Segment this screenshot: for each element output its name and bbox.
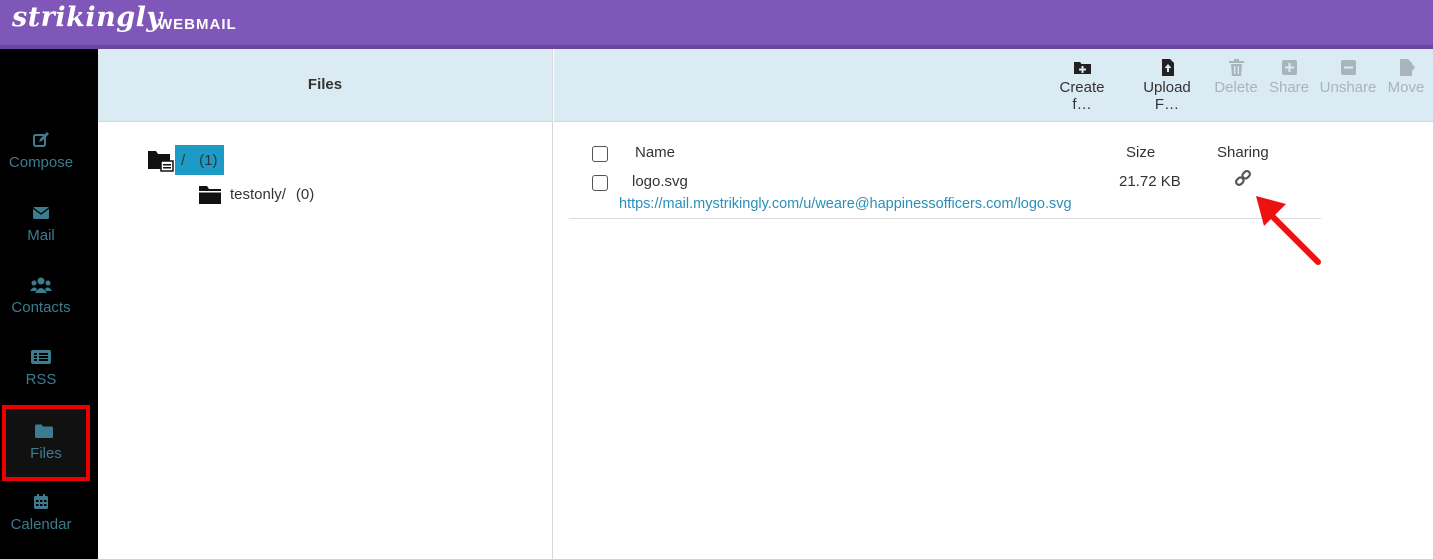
column-header-sharing[interactable]: Sharing bbox=[1217, 144, 1269, 161]
sidebar-item-mail[interactable]: Mail bbox=[0, 205, 82, 265]
folder-panel: Files / (1) testonly/ (0) bbox=[98, 49, 553, 559]
file-panel: Create f… Upload F… Delete Share Unshare… bbox=[554, 49, 1433, 559]
sidebar-item-rss[interactable]: RSS bbox=[0, 349, 82, 409]
rss-icon bbox=[31, 350, 51, 364]
sidebar-item-contacts[interactable]: Contacts bbox=[0, 277, 82, 337]
sidebar-item-label: RSS bbox=[25, 371, 57, 388]
sidebar-item-label: Files bbox=[30, 445, 62, 462]
annotation-arrow bbox=[1256, 196, 1321, 265]
upload-file-button[interactable]: Upload F… bbox=[1132, 59, 1202, 113]
file-upload-icon bbox=[1161, 59, 1174, 76]
share-button[interactable]: Share bbox=[1268, 59, 1310, 96]
create-folder-button[interactable]: Create f… bbox=[1050, 59, 1114, 113]
folder-panel-header: Files bbox=[98, 49, 552, 122]
sidebar-item-calendar[interactable]: Calendar bbox=[0, 494, 82, 554]
file-move-icon bbox=[1399, 59, 1415, 76]
row-checkbox[interactable] bbox=[592, 175, 608, 191]
compose-icon bbox=[33, 132, 49, 147]
top-bar: strikingly WEBMAIL bbox=[0, 0, 1433, 49]
mail-icon bbox=[33, 207, 49, 219]
sidebar-item-label: Compose bbox=[8, 154, 74, 171]
row-divider bbox=[569, 218, 1321, 219]
product-title: WEBMAIL bbox=[158, 16, 237, 33]
folder-plus-icon bbox=[1073, 62, 1091, 74]
folder-icon bbox=[199, 186, 221, 204]
sidebar-item-compose[interactable]: Compose bbox=[0, 132, 82, 192]
calendar-icon bbox=[34, 494, 48, 509]
button-label: Upload F… bbox=[1143, 79, 1191, 113]
file-name[interactable]: logo.svg bbox=[632, 173, 688, 190]
button-label: Unshare bbox=[1319, 79, 1377, 96]
delete-button[interactable]: Delete bbox=[1214, 59, 1258, 96]
file-toolbar: Create f… Upload F… Delete Share Unshare… bbox=[554, 49, 1433, 122]
folder-open-icon bbox=[148, 151, 174, 172]
folder-name: / bbox=[181, 151, 186, 169]
folder-item-testonly[interactable]: testonly/ (0) bbox=[198, 183, 314, 205]
minus-square-icon bbox=[1340, 60, 1356, 75]
select-all-checkbox[interactable] bbox=[592, 146, 608, 162]
move-button[interactable]: Move bbox=[1386, 59, 1426, 96]
trash-icon bbox=[1228, 59, 1244, 76]
link-icon[interactable] bbox=[1234, 169, 1252, 187]
folder-count: (1) bbox=[199, 151, 218, 169]
unshare-button[interactable]: Unshare bbox=[1319, 59, 1377, 96]
button-label: Create f… bbox=[1059, 79, 1105, 113]
sidebar-item-label: Mail bbox=[27, 227, 55, 244]
panel-title: Files bbox=[307, 76, 343, 93]
brand-logo[interactable]: strikingly bbox=[12, 2, 163, 33]
column-header-name[interactable]: Name bbox=[635, 144, 675, 161]
folder-root[interactable]: / (1) bbox=[147, 145, 224, 175]
sidebar-item-label: Calendar bbox=[10, 516, 72, 533]
file-size: 21.72 KB bbox=[1119, 173, 1181, 190]
plus-square-icon bbox=[1281, 60, 1297, 75]
folder-icon bbox=[35, 424, 53, 438]
sidebar-item-label: Contacts bbox=[11, 299, 71, 316]
column-header-size[interactable]: Size bbox=[1126, 144, 1155, 161]
button-label: Delete bbox=[1214, 79, 1258, 96]
button-label: Move bbox=[1387, 79, 1425, 96]
folder-name: testonly/ bbox=[230, 185, 286, 203]
folder-root-selected[interactable]: / (1) bbox=[175, 145, 224, 175]
folder-count: (0) bbox=[295, 185, 315, 203]
sidebar: Compose Mail Contacts RSS Files Calendar bbox=[0, 49, 98, 559]
contacts-icon bbox=[30, 277, 52, 293]
sidebar-item-files[interactable]: Files bbox=[2, 405, 90, 481]
share-url-link[interactable]: https://mail.mystrikingly.com/u/weare@ha… bbox=[619, 196, 1072, 212]
button-label: Share bbox=[1268, 79, 1310, 96]
